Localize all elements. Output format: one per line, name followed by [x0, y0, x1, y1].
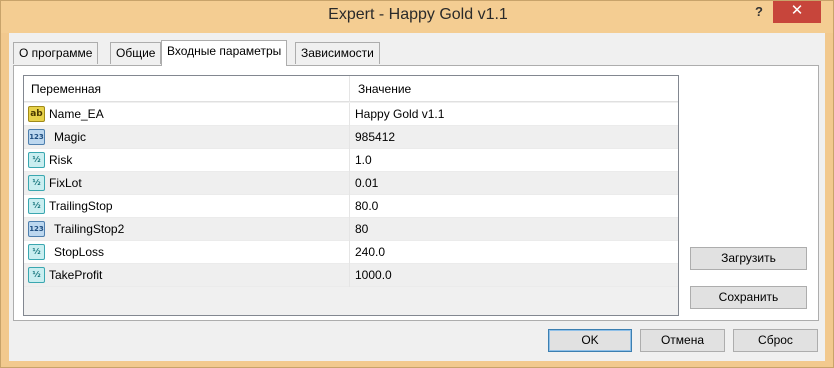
parameter-name: TrailingStop2	[54, 222, 125, 236]
row-divider	[349, 149, 350, 172]
column-divider[interactable]	[349, 76, 350, 102]
row-divider	[349, 264, 350, 287]
double-icon: ½	[28, 175, 45, 191]
double-icon: ½	[28, 244, 45, 260]
parameter-row[interactable]: ½ TrailingStop 80.0	[24, 195, 678, 218]
row-divider	[349, 126, 350, 149]
load-button[interactable]: Загрузить	[690, 247, 807, 270]
tab-inputs[interactable]: Входные параметры	[161, 40, 288, 66]
row-divider	[349, 218, 350, 241]
parameter-name: TrailingStop	[49, 199, 113, 213]
row-divider	[349, 172, 350, 195]
parameter-name: StopLoss	[54, 245, 105, 259]
parameter-value[interactable]: 80.0	[355, 199, 378, 213]
parameter-value[interactable]: Happy Gold v1.1	[355, 107, 444, 121]
grid-header: Переменная Значение	[24, 76, 678, 102]
parameter-value[interactable]: 1000.0	[355, 268, 392, 282]
save-button[interactable]: Сохранить	[690, 286, 807, 309]
close-button[interactable]: ✕	[773, 1, 821, 23]
parameter-row[interactable]: ab Name_EA Happy Gold v1.1	[24, 103, 678, 126]
parameter-value[interactable]: 1.0	[355, 153, 372, 167]
row-divider	[349, 241, 350, 264]
tab-about[interactable]: О программе	[13, 42, 99, 64]
parameter-row[interactable]: ½ FixLot 0.01	[24, 172, 678, 195]
double-icon: ½	[28, 267, 45, 283]
parameter-name: TakeProfit	[49, 268, 103, 282]
title-bar[interactable]: Expert - Happy Gold v1.1 ? ✕	[1, 1, 833, 33]
row-divider	[349, 103, 350, 126]
parameter-name: FixLot	[49, 176, 82, 190]
string-icon: ab	[28, 106, 45, 122]
parameter-row[interactable]: ½ StopLoss 240.0	[24, 241, 678, 264]
parameter-name: Magic	[54, 130, 87, 144]
tab-common[interactable]: Общие	[110, 42, 162, 64]
row-divider	[349, 195, 350, 218]
parameter-row[interactable]: 123 TrailingStop2 80	[24, 218, 678, 241]
parameter-row[interactable]: ½ Risk 1.0	[24, 149, 678, 172]
parameter-row[interactable]: ½ TakeProfit 1000.0	[24, 264, 678, 287]
parameter-name: Risk	[49, 153, 73, 167]
parameter-value[interactable]: 0.01	[355, 176, 378, 190]
parameter-name: Name_EA	[49, 107, 104, 121]
dialog-client-area: О программе Общие Входные параметры Зави…	[9, 33, 825, 361]
help-button[interactable]: ?	[746, 1, 772, 23]
parameter-row[interactable]: 123 Magic 985412	[24, 126, 678, 149]
double-icon: ½	[28, 198, 45, 214]
parameter-value[interactable]: 985412	[355, 130, 395, 144]
tab-dependencies[interactable]: Зависимости	[295, 42, 380, 64]
integer-icon: 123	[28, 129, 45, 145]
cancel-button[interactable]: Отмена	[640, 329, 725, 352]
column-header-variable[interactable]: Переменная	[31, 82, 101, 96]
close-icon: ✕	[790, 2, 804, 19]
parameters-grid[interactable]: Переменная Значение ab Name_EA Happy Gol…	[23, 75, 679, 316]
window-title: Expert - Happy Gold v1.1	[328, 6, 508, 23]
expert-properties-window: Expert - Happy Gold v1.1 ? ✕ О программе…	[0, 0, 834, 368]
column-header-value[interactable]: Значение	[358, 82, 411, 96]
integer-icon: 123	[28, 221, 45, 237]
parameter-value[interactable]: 240.0	[355, 245, 385, 259]
reset-button[interactable]: Сброс	[733, 329, 818, 352]
double-icon: ½	[28, 152, 45, 168]
parameter-value[interactable]: 80	[355, 222, 368, 236]
ok-button[interactable]: OK	[548, 329, 632, 352]
